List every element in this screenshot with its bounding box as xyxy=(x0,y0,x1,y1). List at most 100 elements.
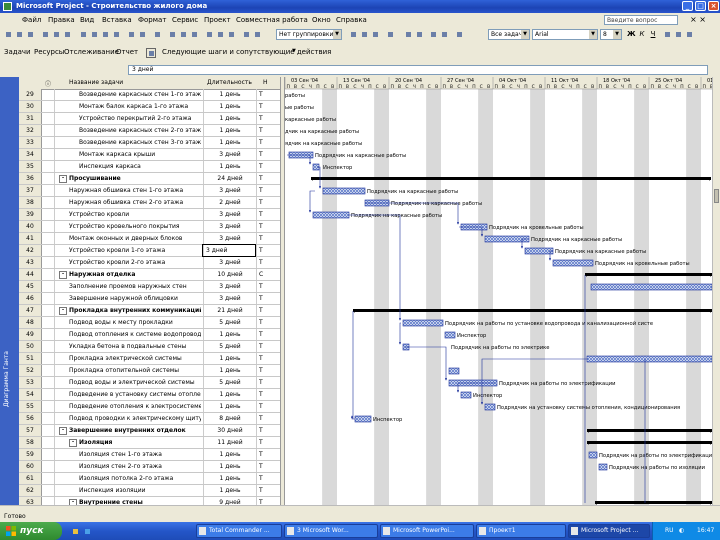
row-id[interactable]: 50 xyxy=(19,341,42,352)
task-name-cell[interactable]: Монтаж каркаса крыши xyxy=(79,149,201,160)
view-bar[interactable]: Диаграмма Ганта xyxy=(0,77,19,505)
undo-icon[interactable] xyxy=(126,29,136,39)
task-name-cell[interactable]: Возведение каркасных стен 3-го этажа xyxy=(79,137,201,148)
start-cell[interactable]: Т xyxy=(256,473,280,484)
task-name-cell[interactable]: Устройство кровли 2-го этажа xyxy=(69,257,201,268)
task-project1[interactable]: Проект1 xyxy=(476,524,566,538)
copy-picture-icon[interactable] xyxy=(252,29,262,39)
start-cell[interactable]: Т xyxy=(256,209,280,220)
table-row[interactable]: 31 Устройство перекрытий 2-го этажа 1 день… xyxy=(19,113,280,125)
duration-cell[interactable]: 1 день xyxy=(203,365,256,376)
align-center-icon[interactable] xyxy=(673,29,683,39)
start-cell[interactable]: Т xyxy=(256,365,280,376)
row-id[interactable]: 47 xyxy=(19,305,42,316)
row-id[interactable]: 61 xyxy=(19,473,42,484)
table-row[interactable]: 44- Наружная отделка 10 дней С xyxy=(19,269,280,281)
row-id[interactable]: 46 xyxy=(19,293,42,304)
row-id[interactable]: 34 xyxy=(19,149,42,160)
task-name-cell[interactable]: Наружная обшивка стен 1-го этажа xyxy=(69,185,201,196)
row-id[interactable]: 49 xyxy=(19,329,42,340)
link-tasks-icon[interactable] xyxy=(167,29,177,39)
duration-cell[interactable]: 1 день xyxy=(203,329,256,340)
duration-cell[interactable]: 1 день xyxy=(203,125,256,136)
start-cell[interactable]: Т xyxy=(256,485,280,496)
table-row[interactable]: 43 Устройство кровли 2-го этажа 3 дней Т xyxy=(19,257,280,269)
start-cell[interactable]: Т xyxy=(256,161,280,172)
table-row[interactable]: 42 Устройство кровли 1-го этажа 3 дней Т xyxy=(19,244,280,257)
row-id[interactable]: 56 xyxy=(19,413,42,424)
new-icon[interactable] xyxy=(3,29,13,39)
row-id[interactable]: 54 xyxy=(19,389,42,400)
spell-icon[interactable] xyxy=(62,29,72,39)
task-word[interactable]: 3 Microsoft Wor... xyxy=(284,524,378,538)
close-button[interactable]: × xyxy=(708,1,719,11)
start-cell[interactable]: Т xyxy=(256,497,280,505)
start-cell[interactable]: Т xyxy=(256,461,280,472)
start-cell[interactable]: Т xyxy=(256,293,280,304)
bold-icon[interactable]: Ж xyxy=(626,29,636,39)
start-cell[interactable]: Т xyxy=(256,113,280,124)
hide-subtasks-icon[interactable] xyxy=(439,29,449,39)
start-cell[interactable]: Т xyxy=(256,449,280,460)
task-total-commander[interactable]: Total Commander ... xyxy=(196,524,282,538)
table-row[interactable]: 41 Монтаж оконных и дверных блоков 3 дней Т xyxy=(19,233,280,245)
start-cell[interactable]: Т xyxy=(256,233,280,244)
task-name-cell[interactable]: Инспекция изоляции xyxy=(79,485,201,496)
header-task-name[interactable]: Название задачи xyxy=(69,79,123,86)
close-doc-icon[interactable]: × × xyxy=(690,15,706,24)
duration-cell[interactable]: 3 дней xyxy=(203,281,256,292)
duration-cell[interactable]: 1 день xyxy=(203,389,256,400)
format-painter-icon[interactable] xyxy=(111,29,121,39)
show-icon[interactable] xyxy=(454,29,464,39)
task-name-cell[interactable]: Изоляция стен 1-го этажа xyxy=(79,449,201,460)
horizontal-scrollbar[interactable] xyxy=(0,505,720,512)
start-cell[interactable]: Т xyxy=(256,281,280,292)
hyperlink-icon[interactable] xyxy=(152,29,162,39)
quicklaunch-2-icon[interactable] xyxy=(82,526,92,536)
start-cell[interactable]: Т xyxy=(256,329,280,340)
duration-cell[interactable]: 3 дней xyxy=(203,209,256,220)
task-name-cell[interactable]: Возведение каркасных стен 1-го этажа xyxy=(79,89,201,100)
start-cell[interactable]: Т xyxy=(256,101,280,112)
duration-cell[interactable]: 3 дней xyxy=(203,185,256,196)
duration-cell[interactable]: 1 день xyxy=(203,461,256,472)
start-cell[interactable]: Т xyxy=(256,137,280,148)
show-subtasks-icon[interactable] xyxy=(428,29,438,39)
outdent-icon[interactable] xyxy=(403,29,413,39)
start-cell[interactable]: Т xyxy=(256,149,280,160)
row-id[interactable]: 57 xyxy=(19,425,42,436)
table-row[interactable]: 33 Возведение каркасных стен 3-го этажа 1 … xyxy=(19,137,280,149)
task-name-cell[interactable]: Укладка бетона в подвальные стены xyxy=(69,341,201,352)
start-cell[interactable]: Т xyxy=(256,221,280,232)
task-name-cell[interactable]: Прокладка отопительной системы xyxy=(69,365,201,376)
duration-cell[interactable]: 3 дней xyxy=(203,149,256,160)
collapse-toggle-icon[interactable]: - xyxy=(69,438,77,447)
vertical-scrollbar[interactable] xyxy=(712,77,720,505)
unlink-tasks-icon[interactable] xyxy=(178,29,188,39)
collapse-toggle-icon[interactable]: - xyxy=(59,174,67,183)
row-id[interactable]: 62 xyxy=(19,485,42,496)
table-row[interactable]: 30 Монтаж балок каркаса 1-го этажа 1 день Т xyxy=(19,101,280,113)
vertical-scroll-thumb[interactable] xyxy=(714,189,719,203)
menu-help[interactable]: Справка xyxy=(336,16,367,24)
align-left-icon[interactable] xyxy=(662,29,672,39)
table-row[interactable]: 51 Прокладка электрической системы 1 день Т xyxy=(19,353,280,365)
underline-icon[interactable]: Ч xyxy=(648,29,658,39)
row-id[interactable]: 42 xyxy=(19,245,42,256)
table-row[interactable]: 48 Подвод воды к месту прокладки 5 дней Т xyxy=(19,317,280,329)
copy-icon[interactable] xyxy=(89,29,99,39)
guide-tracking-button[interactable]: Отслеживание xyxy=(64,48,119,56)
task-info-icon[interactable] xyxy=(204,29,214,39)
row-id[interactable]: 53 xyxy=(19,377,42,388)
duration-cell[interactable]: 3 дней xyxy=(202,244,256,257)
row-id[interactable]: 31 xyxy=(19,113,42,124)
menu-view[interactable]: Вид xyxy=(80,16,94,24)
duration-cell[interactable]: 3 дней xyxy=(203,293,256,304)
duration-cell[interactable]: 1 день xyxy=(203,101,256,112)
menu-project[interactable]: Проект xyxy=(204,16,231,24)
task-name-cell[interactable]: Прокладка электрической системы xyxy=(69,353,201,364)
table-row[interactable]: 60 Изоляция стен 2-го этажа 1 день Т xyxy=(19,461,280,473)
language-indicator[interactable]: RU xyxy=(665,527,674,534)
goto-task-icon[interactable] xyxy=(370,29,380,39)
guide-next-steps-menu[interactable]: Следующие шаги и сопутствующие действия xyxy=(162,48,331,56)
